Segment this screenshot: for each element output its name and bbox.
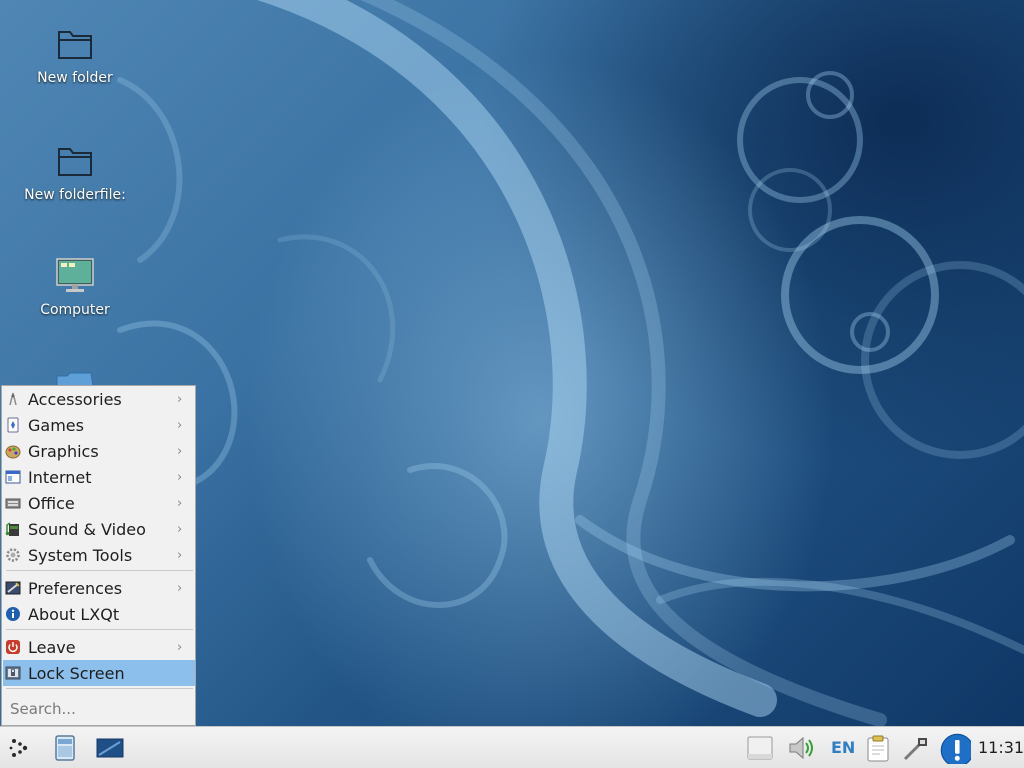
menu-item-internet[interactable]: Internet ›	[3, 464, 195, 490]
lock-screen-icon	[5, 666, 21, 680]
menu-item-accessories[interactable]: Accessories ›	[3, 386, 195, 412]
menu-item-graphics[interactable]: Graphics ›	[3, 438, 195, 464]
menu-item-label: Internet	[28, 467, 92, 487]
sound-video-icon	[5, 522, 19, 536]
menu-item-label: Accessories	[28, 389, 122, 409]
desktop-icon-label: New folder	[37, 70, 113, 86]
menu-item-label: About LXQt	[28, 604, 120, 624]
lxqt-logo-icon	[9, 739, 28, 757]
games-icon	[7, 417, 19, 433]
submenu-arrow-icon: ›	[177, 469, 183, 485]
removable-drive-icon[interactable]	[746, 734, 774, 762]
submenu-arrow-icon: ›	[177, 639, 183, 655]
keyboard-layout-indicator[interactable]: EN	[831, 738, 855, 757]
submenu-arrow-icon: ›	[177, 547, 183, 563]
desktop-icon-label: New folderfile:	[24, 187, 126, 203]
menu-item-label: Graphics	[28, 441, 99, 461]
submenu-arrow-icon: ›	[177, 580, 183, 596]
submenu-arrow-icon: ›	[177, 443, 183, 459]
menu-item-label: Lock Screen	[28, 663, 125, 683]
menu-separator	[6, 688, 193, 689]
menu-search-input[interactable]	[3, 695, 195, 723]
desktop-icon-label: Computer	[40, 302, 110, 318]
clipboard-icon[interactable]	[864, 734, 892, 762]
network-icon[interactable]	[902, 734, 930, 762]
file-manager-icon	[55, 735, 75, 761]
desktop-icon-computer[interactable]: Computer	[10, 256, 140, 318]
notification-icon[interactable]	[939, 732, 971, 764]
submenu-arrow-icon: ›	[177, 521, 183, 537]
submenu-arrow-icon: ›	[177, 495, 183, 511]
computer-icon	[56, 258, 94, 292]
menu-item-label: Leave	[28, 637, 76, 657]
office-icon	[5, 498, 21, 509]
menu-item-label: Sound & Video	[28, 519, 146, 539]
folder-icon	[58, 31, 92, 59]
menu-item-label: Games	[28, 415, 84, 435]
desktop-icon-new-folderfile[interactable]: New folderfile:	[10, 141, 140, 203]
main-menu: Accessories › Games › Graphics › Interne…	[1, 385, 196, 726]
menu-item-about-lxqt[interactable]: About LXQt	[3, 601, 195, 627]
folder-icon	[56, 372, 94, 386]
desktop-icon	[96, 738, 124, 758]
submenu-arrow-icon: ›	[177, 417, 183, 433]
clock[interactable]: 11:31	[978, 738, 1024, 757]
menu-item-office[interactable]: Office ›	[3, 490, 195, 516]
file-manager-launcher[interactable]	[52, 735, 78, 761]
menu-item-label: System Tools	[28, 545, 133, 565]
menu-item-lock-screen[interactable]: Lock Screen	[3, 660, 195, 686]
info-icon	[6, 607, 20, 621]
menu-item-preferences[interactable]: Preferences ›	[3, 575, 195, 601]
menu-item-label: Preferences	[28, 578, 123, 598]
menu-item-label: Office	[28, 493, 75, 513]
internet-icon	[5, 470, 21, 484]
menu-item-sound-video[interactable]: Sound & Video ›	[3, 516, 195, 542]
menu-item-leave[interactable]: Leave ›	[3, 634, 195, 660]
folder-icon	[58, 148, 92, 176]
menu-separator	[6, 629, 193, 630]
menu-item-games[interactable]: Games ›	[3, 412, 195, 438]
main-menu-button[interactable]	[7, 735, 33, 761]
system-tools-icon	[6, 548, 20, 562]
taskbar-panel: EN 11:31	[0, 726, 1024, 768]
power-icon	[6, 640, 20, 654]
menu-item-system-tools[interactable]: System Tools ›	[3, 542, 195, 568]
volume-icon[interactable]	[786, 734, 818, 762]
desktop-icon-new-folder[interactable]: New folder	[10, 24, 140, 86]
preferences-icon	[5, 581, 21, 595]
show-desktop-button[interactable]	[96, 735, 124, 761]
submenu-arrow-icon: ›	[177, 391, 183, 407]
accessories-icon	[9, 392, 17, 406]
menu-separator	[6, 570, 193, 571]
graphics-icon	[5, 445, 21, 459]
